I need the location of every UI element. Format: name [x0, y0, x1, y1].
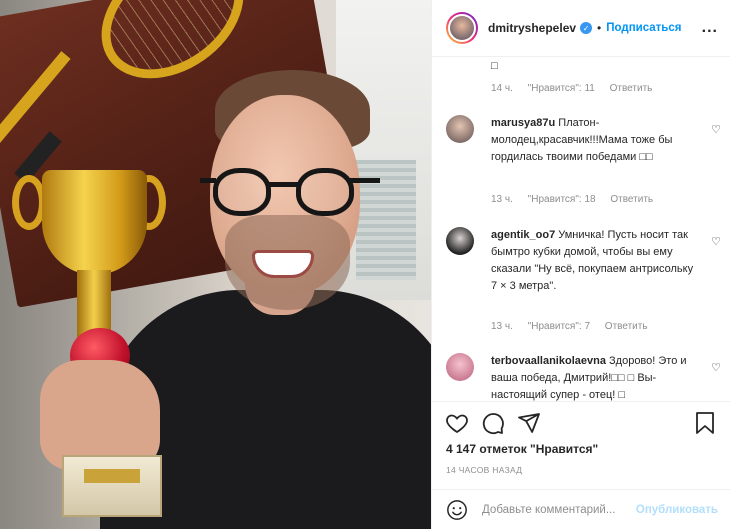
glasses-left-lens: [213, 168, 271, 216]
trophy-handle-left: [12, 175, 46, 230]
comment-likes[interactable]: "Нравится": 18: [528, 194, 596, 205]
verified-badge-icon: ✓: [580, 22, 593, 34]
commenter-avatar[interactable]: [446, 227, 474, 255]
commenter-avatar[interactable]: [446, 353, 474, 381]
heart-icon[interactable]: [444, 410, 470, 436]
trophy-cup: [42, 170, 147, 275]
comment-time: 14 ч.: [491, 83, 513, 94]
like-comment-heart-icon[interactable]: ♡: [711, 235, 721, 248]
hand: [40, 360, 160, 470]
bookmark-icon[interactable]: [692, 410, 718, 436]
comment-time: 13 ч.: [491, 321, 513, 332]
comment-body: agentik_oo7 Умничка! Пусть носит так бым…: [491, 227, 696, 295]
comment-reply-button[interactable]: Ответить: [610, 194, 653, 205]
post-header: dmitryshepelev ✓ • Подписаться ...: [432, 0, 730, 57]
comment-meta: 13 ч. "Нравится": 7 Ответить: [491, 321, 660, 332]
comment-time: 13 ч.: [491, 194, 513, 205]
comment-likes[interactable]: "Нравится": 11: [528, 83, 595, 94]
comment-meta: 13 ч. "Нравится": 18 Ответить: [491, 194, 665, 205]
comment-likes[interactable]: "Нравится": 7: [528, 321, 590, 332]
post-actions-bar: [432, 401, 730, 443]
post-side-panel: dmitryshepelev ✓ • Подписаться ... □ 14 …: [431, 0, 730, 529]
commenter-username[interactable]: agentik_oo7: [491, 229, 555, 241]
like-comment-heart-icon[interactable]: ♡: [711, 361, 721, 374]
commenter-avatar[interactable]: [446, 115, 474, 143]
comment-body: terbovaallanikolaevna Здорово! Это и ваш…: [491, 353, 696, 401]
instagram-post: dmitryshepelev ✓ • Подписаться ... □ 14 …: [0, 0, 730, 529]
comment-input[interactable]: [482, 503, 636, 516]
comment-reply-button[interactable]: Ответить: [605, 321, 648, 332]
avatar-image: [448, 14, 476, 42]
separator-dot: •: [597, 21, 602, 35]
like-comment-heart-icon[interactable]: ♡: [711, 123, 721, 136]
glasses-temple-right: [350, 178, 380, 183]
comment-item: terbovaallanikolaevna Здорово! Это и ваш…: [446, 353, 721, 401]
glasses-bridge: [268, 182, 298, 187]
follow-button[interactable]: Подписаться: [606, 22, 681, 34]
more-options-icon[interactable]: ...: [702, 19, 718, 37]
comment-reply-button[interactable]: Ответить: [610, 83, 653, 94]
share-icon[interactable]: [516, 410, 542, 436]
add-comment-bar: Опубликовать: [432, 489, 730, 529]
comments-list[interactable]: □ 14 ч. "Нравится": 11 Ответить marusya8…: [432, 58, 730, 401]
likes-count[interactable]: 4 147 отметок "Нравится": [446, 442, 598, 456]
comment-item: agentik_oo7 Умничка! Пусть носит так бым…: [446, 227, 721, 295]
avatar[interactable]: [446, 12, 478, 44]
publish-button[interactable]: Опубликовать: [636, 504, 718, 516]
commenter-username[interactable]: marusya87u: [491, 117, 555, 129]
glasses-temple-left: [200, 178, 216, 183]
emoji-icon[interactable]: [446, 499, 468, 521]
post-photo[interactable]: [0, 0, 431, 529]
comment-item: marusya87u Платон-молодец,красавчик!!!Ма…: [446, 115, 721, 166]
previous-comment-tail: □: [491, 60, 498, 72]
comment-body: marusya87u Платон-молодец,красавчик!!!Ма…: [491, 115, 696, 166]
comment-icon[interactable]: [480, 410, 506, 436]
previous-comment-meta: 14 ч. "Нравится": 11 Ответить: [491, 83, 664, 94]
trophy-base: [62, 455, 162, 517]
commenter-username[interactable]: terbovaallanikolaevna: [491, 355, 606, 367]
post-timestamp[interactable]: 14 ЧАСОВ НАЗАД: [446, 465, 522, 475]
author-username[interactable]: dmitryshepelev: [488, 21, 576, 35]
glasses-right-lens: [296, 168, 354, 216]
